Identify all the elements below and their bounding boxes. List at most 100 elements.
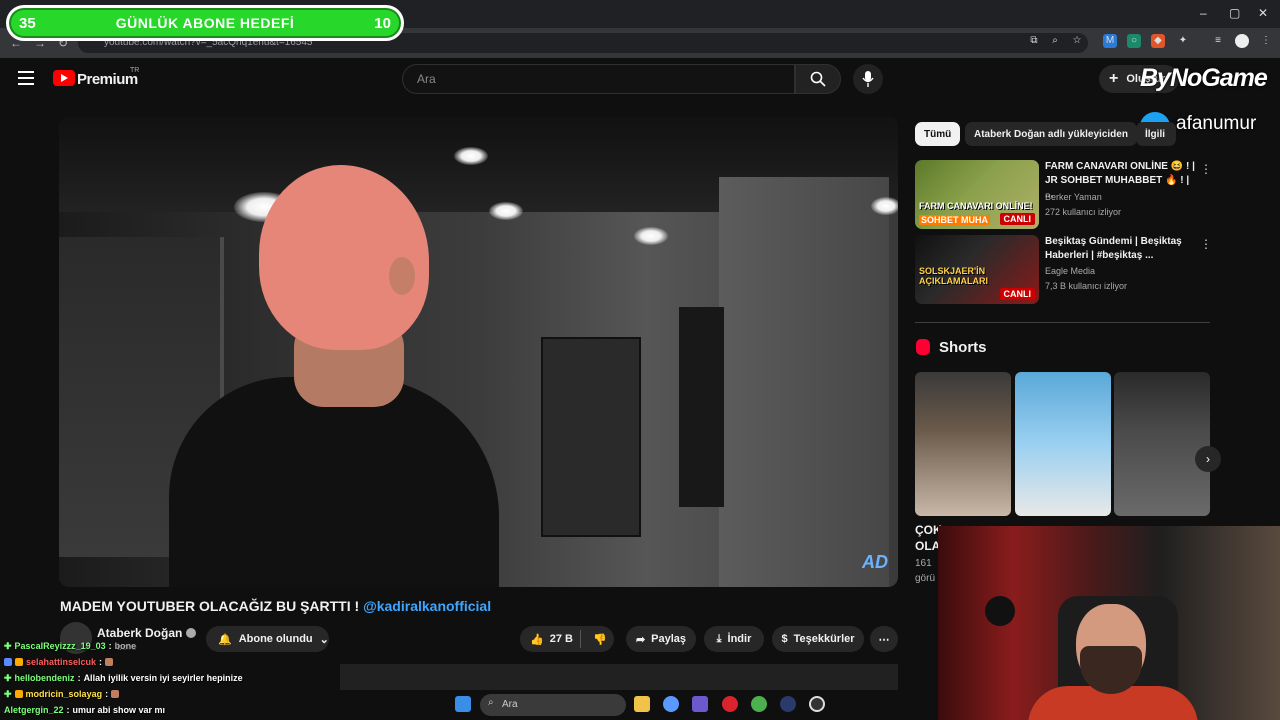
thanks-button[interactable]: $ Teşekkürler bbox=[772, 626, 864, 652]
recommendation-title[interactable]: Beşiktaş Gündemi | Beşiktaş Haberleri | … bbox=[1045, 235, 1195, 263]
extension-m-icon[interactable]: M bbox=[1103, 34, 1117, 48]
section-divider bbox=[915, 322, 1210, 323]
shorts-next-button[interactable]: › bbox=[1195, 446, 1221, 472]
windows-start-icon[interactable] bbox=[455, 696, 471, 712]
profile-avatar[interactable] bbox=[1235, 34, 1249, 48]
country-code: TR bbox=[130, 67, 140, 74]
video-watermark: AD bbox=[862, 552, 888, 572]
obs-icon[interactable] bbox=[809, 696, 825, 712]
doorway bbox=[679, 307, 724, 507]
voice-search-button[interactable] bbox=[853, 64, 883, 94]
steam-icon[interactable] bbox=[780, 696, 796, 712]
dislike-button[interactable]: 👎 bbox=[586, 626, 614, 652]
chip-from-uploader[interactable]: Ataberk Doğan adlı yükleyiciden bbox=[965, 122, 1137, 146]
live-badge: CANLI bbox=[999, 288, 1035, 300]
plus-icon: ✚ bbox=[4, 688, 12, 699]
person-body bbox=[169, 377, 499, 587]
thumbnail-caption: SOHBET MUHA bbox=[919, 215, 990, 225]
recommendation-channel[interactable]: Berker Yaman bbox=[1045, 192, 1102, 202]
lamp bbox=[634, 227, 668, 245]
short-views: görü bbox=[915, 573, 936, 584]
guide-menu-icon[interactable] bbox=[18, 71, 34, 85]
file-explorer-icon[interactable] bbox=[634, 696, 650, 712]
plus-icon: ✚ bbox=[4, 640, 12, 651]
cast-icon[interactable]: ⧉ bbox=[1027, 34, 1041, 48]
chip-all[interactable]: Tümü bbox=[915, 122, 961, 146]
ai-badge-icon bbox=[4, 658, 12, 666]
goal-title: GÜNLÜK ABONE HEDEFİ bbox=[115, 15, 295, 31]
recommendation-thumbnail[interactable]: FARM CANAVARI ONLİNE! SOHBET MUHA CANLI bbox=[915, 160, 1039, 229]
chat-username: hellobendeniz bbox=[14, 673, 75, 683]
short-thumbnail[interactable] bbox=[1114, 372, 1210, 516]
extension-circle-icon[interactable]: ○ bbox=[1127, 34, 1141, 48]
search-button[interactable] bbox=[795, 64, 841, 94]
media-controls-icon[interactable]: ≡ bbox=[1211, 34, 1225, 48]
chip-related[interactable]: İlgili bbox=[1136, 122, 1176, 146]
chat-username: selahattinselcuk bbox=[26, 657, 97, 667]
copilot-icon[interactable] bbox=[663, 696, 679, 712]
chat-separator: : bbox=[66, 705, 70, 715]
chevron-right-icon: › bbox=[1206, 452, 1210, 466]
shorts-icon bbox=[916, 339, 930, 355]
taskbar-search[interactable]: Ara bbox=[480, 694, 626, 716]
more-actions-button[interactable]: ⋯ bbox=[870, 626, 898, 652]
sub-badge-icon bbox=[14, 690, 23, 698]
youtube-logo-icon[interactable] bbox=[53, 70, 75, 86]
minimize-button[interactable]: – bbox=[1200, 6, 1207, 20]
description-box[interactable] bbox=[340, 664, 898, 690]
thanks-label: Teşekkürler bbox=[793, 633, 855, 645]
opera-icon[interactable] bbox=[722, 696, 738, 712]
chat-separator: : bbox=[77, 673, 81, 683]
share-button[interactable]: ➦ Paylaş bbox=[626, 626, 696, 652]
short-thumbnail[interactable] bbox=[1015, 372, 1111, 516]
extensions-puzzle-icon[interactable]: ✦ bbox=[1176, 34, 1190, 48]
live-badge: CANLI bbox=[999, 213, 1035, 225]
recommendation-channel[interactable]: Eagle Media bbox=[1045, 266, 1095, 276]
product-shelf bbox=[541, 337, 641, 537]
chat-message: ✚ hellobendeniz : Allah iyilik versin iy… bbox=[0, 670, 340, 686]
verified-icon bbox=[186, 628, 197, 638]
chat-separator: : bbox=[99, 657, 103, 667]
download-button[interactable]: ⤓ İndir bbox=[704, 626, 764, 652]
recommendation-thumbnail[interactable]: SOLSKJAER'İN AÇIKLAMALARI CANLI bbox=[915, 235, 1039, 304]
thumbs-up-icon: 👍 bbox=[530, 633, 544, 646]
emote-icon bbox=[111, 690, 120, 698]
short-thumbnail[interactable] bbox=[915, 372, 1011, 516]
lamp bbox=[454, 147, 488, 165]
video-title: MADEM YOUTUBER OLACAĞIZ BU ŞARTTI ! @kad… bbox=[60, 598, 491, 614]
recommendation-viewers: 272 kullanıcı izliyor bbox=[1045, 207, 1122, 217]
more-vertical-icon[interactable]: ⋮ bbox=[1200, 237, 1212, 251]
thumbs-down-icon: 👎 bbox=[593, 633, 607, 646]
youtube-brand[interactable]: Premium bbox=[77, 71, 138, 88]
chrome-icon[interactable] bbox=[751, 696, 767, 712]
bookmark-star-icon[interactable]: ☆ bbox=[1070, 34, 1084, 48]
short-views: 161 bbox=[915, 558, 932, 569]
teams-icon[interactable] bbox=[692, 696, 708, 712]
person-ear bbox=[389, 257, 415, 295]
goal-target: 10 bbox=[374, 14, 391, 32]
stream-chat: ✚ PascalReyizzz_19_03 : bone selahattins… bbox=[0, 638, 340, 718]
share-label: Paylaş bbox=[651, 633, 687, 645]
lamp bbox=[871, 197, 898, 215]
maximize-button[interactable]: ▢ bbox=[1229, 6, 1240, 20]
mention-link[interactable]: @kadiralkanofficial bbox=[363, 598, 491, 614]
chat-separator: : bbox=[105, 689, 109, 699]
microphone-icon bbox=[862, 71, 874, 87]
like-count: 27 B bbox=[549, 633, 573, 645]
plus-icon: ✚ bbox=[4, 672, 12, 683]
chat-username: modricin_solayag bbox=[25, 689, 103, 699]
browser-menu-icon[interactable]: ⋮ bbox=[1259, 34, 1273, 48]
close-window-button[interactable]: ✕ bbox=[1258, 6, 1268, 20]
subscriber-goal-bar: 35 GÜNLÜK ABONE HEDEFİ 10 bbox=[6, 5, 404, 41]
short-title[interactable]: OLA bbox=[915, 539, 940, 553]
more-vertical-icon[interactable]: ⋮ bbox=[1200, 162, 1212, 176]
search-input[interactable]: Ara bbox=[402, 64, 795, 94]
extension-fox-icon[interactable]: ◆ bbox=[1151, 34, 1165, 48]
chat-message: ✚ PascalReyizzz_19_03 : bone bbox=[0, 638, 340, 654]
video-player[interactable]: AD bbox=[59, 117, 898, 587]
search-icon: ⌕ bbox=[488, 697, 494, 708]
lamp bbox=[489, 202, 523, 220]
zoom-icon[interactable]: ⌕ bbox=[1048, 34, 1062, 48]
thumbnail-caption: SOLSKJAER'İN AÇIKLAMALARI bbox=[919, 266, 988, 286]
video-title-text: MADEM YOUTUBER OLACAĞIZ BU ŞARTTI ! bbox=[60, 598, 364, 614]
